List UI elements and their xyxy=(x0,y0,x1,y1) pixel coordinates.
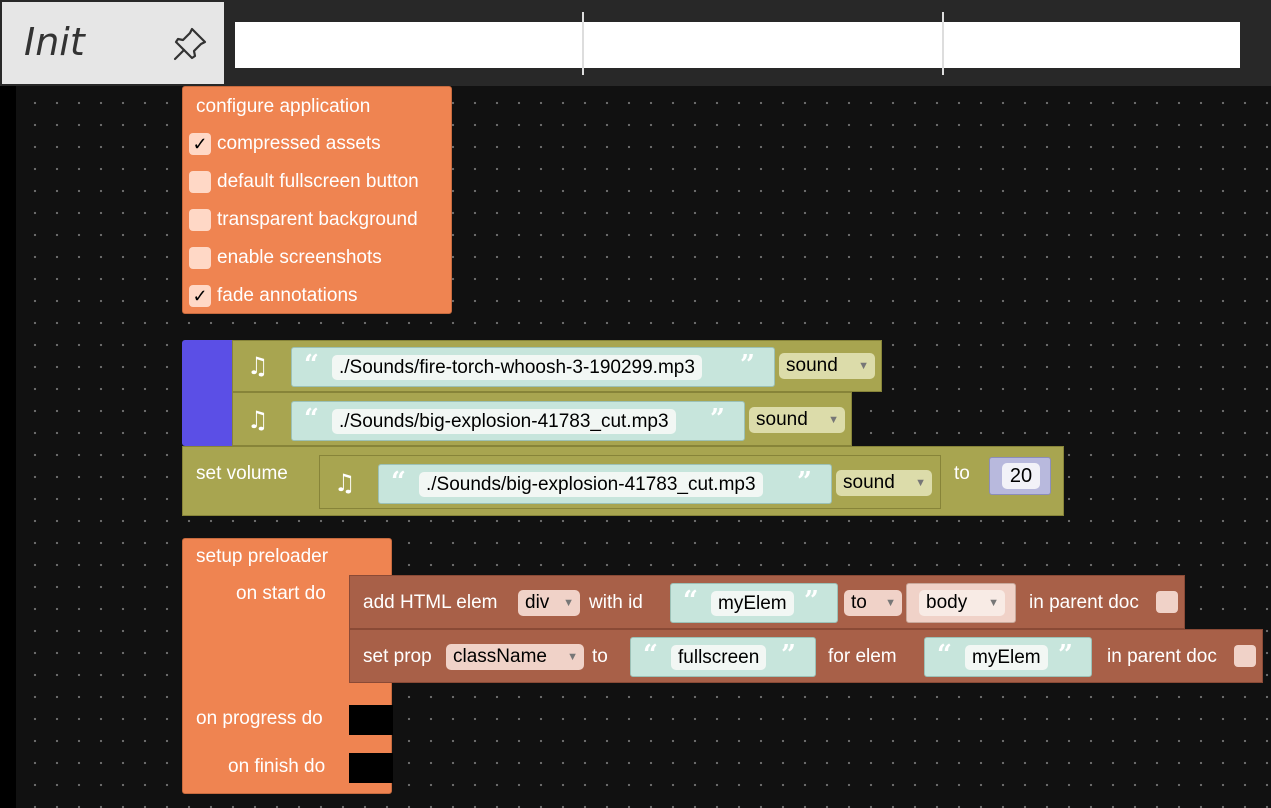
text-block[interactable]: “ fullscreen ” xyxy=(630,637,816,677)
set-volume-block[interactable]: set volume ♫ “ ./Sounds/big-explosion-41… xyxy=(182,446,1064,516)
tab-title: Init xyxy=(24,20,85,64)
quote-open-icon: “ xyxy=(304,350,319,380)
sound-type-dropdown[interactable]: sound ▼ xyxy=(749,407,845,433)
quote-open-icon: “ xyxy=(643,640,658,670)
dropdown-value: sound xyxy=(843,472,895,493)
add-html-label: add HTML elem xyxy=(363,592,498,613)
sound-block[interactable]: ♫ “ ./Sounds/big-explosion-41783_cut.mp3… xyxy=(319,455,941,509)
music-note-icon: ♫ xyxy=(334,469,356,497)
sound-path[interactable]: ./Sounds/big-explosion-41783_cut.mp3 xyxy=(419,472,763,497)
number-block[interactable]: 20 xyxy=(989,457,1051,495)
checkbox[interactable] xyxy=(189,171,211,193)
set-prop-label: set prop xyxy=(363,646,432,667)
sound-path[interactable]: ./Sounds/fire-torch-whoosh-3-190299.mp3 xyxy=(332,355,702,380)
option-label: default fullscreen button xyxy=(217,171,419,192)
volume-value[interactable]: 20 xyxy=(1002,463,1040,489)
text-block[interactable]: “ ./Sounds/big-explosion-41783_cut.mp3 ” xyxy=(291,401,745,441)
in-parent-doc-label: in parent doc xyxy=(1029,592,1139,613)
quote-close-icon: ” xyxy=(804,586,819,616)
checkbox[interactable] xyxy=(189,209,211,231)
dropdown-value: div xyxy=(525,592,550,613)
parent-block[interactable]: body ▼ xyxy=(906,583,1016,623)
configure-application-block[interactable]: configure application ✓ compressed asset… xyxy=(182,86,452,314)
in-parent-doc-label: in parent doc xyxy=(1107,646,1217,667)
block-title: configure application xyxy=(196,96,371,117)
dropdown-arrow-icon: ▼ xyxy=(567,651,578,663)
elem-type-dropdown[interactable]: div ▼ xyxy=(518,590,580,616)
parent-dropdown[interactable]: body ▼ xyxy=(919,590,1005,616)
dropdown-arrow-icon: ▼ xyxy=(828,414,839,426)
dropdown-arrow-icon: ▼ xyxy=(858,360,869,372)
dropdown-value: className xyxy=(453,646,547,667)
dropdown-value: body xyxy=(926,592,968,613)
quote-open-icon: “ xyxy=(304,404,319,434)
to-label: to xyxy=(954,463,970,484)
dropdown-arrow-icon: ▼ xyxy=(915,477,926,489)
prop-dropdown[interactable]: className ▼ xyxy=(446,644,584,670)
checkbox[interactable] xyxy=(189,247,211,269)
dropdown-value: sound xyxy=(786,355,838,376)
elem-id[interactable]: myElem xyxy=(965,645,1048,670)
quote-close-icon: ” xyxy=(781,640,796,670)
statement-slot xyxy=(349,705,393,735)
sound-path[interactable]: ./Sounds/big-explosion-41783_cut.mp3 xyxy=(332,409,676,434)
on-start-label: on start do xyxy=(236,583,326,604)
option-label: enable screenshots xyxy=(217,247,382,268)
in-parent-checkbox[interactable] xyxy=(1234,645,1256,667)
purple-connector-block[interactable] xyxy=(182,340,232,446)
dropdown-arrow-icon: ▼ xyxy=(988,597,999,609)
add-html-elem-block[interactable]: add HTML elem div ▼ with id “ myElem ” to… xyxy=(349,575,1185,629)
sound-block[interactable]: ♫ “ ./Sounds/fire-torch-whoosh-3-190299.… xyxy=(232,340,882,392)
checkbox[interactable]: ✓ xyxy=(189,133,211,155)
tab-bar: Init xyxy=(0,0,1271,86)
statement-slot xyxy=(349,753,393,783)
dropdown-value: to xyxy=(851,592,867,613)
to-label: to xyxy=(592,646,608,667)
in-parent-checkbox[interactable] xyxy=(1156,591,1178,613)
sound-type-dropdown[interactable]: sound ▼ xyxy=(779,353,875,379)
sound-type-dropdown[interactable]: sound ▼ xyxy=(836,470,932,496)
with-id-label: with id xyxy=(589,592,643,613)
quote-open-icon: “ xyxy=(391,467,406,497)
option-label: transparent background xyxy=(217,209,418,230)
for-elem-label: for elem xyxy=(828,646,897,667)
dropdown-value: sound xyxy=(756,409,808,430)
checkbox[interactable]: ✓ xyxy=(189,285,211,307)
quote-close-icon: ” xyxy=(710,404,725,434)
quote-open-icon: “ xyxy=(937,640,952,670)
tab-divider xyxy=(942,12,944,75)
quote-open-icon: “ xyxy=(683,586,698,616)
to-dropdown[interactable]: to ▼ xyxy=(844,590,902,616)
pin-icon[interactable] xyxy=(170,24,210,64)
elem-id[interactable]: myElem xyxy=(711,591,794,616)
text-block[interactable]: “ ./Sounds/fire-torch-whoosh-3-190299.mp… xyxy=(291,347,775,387)
block-title: setup preloader xyxy=(196,546,329,567)
text-block[interactable]: “ ./Sounds/big-explosion-41783_cut.mp3 ” xyxy=(378,464,832,504)
tab-divider xyxy=(582,12,584,75)
dropdown-arrow-icon: ▼ xyxy=(885,597,896,609)
on-progress-label: on progress do xyxy=(196,708,323,729)
option-label: compressed assets xyxy=(217,133,381,154)
quote-close-icon: ” xyxy=(1058,640,1073,670)
prop-value[interactable]: fullscreen xyxy=(671,645,767,670)
quote-close-icon: ” xyxy=(740,350,755,380)
text-block[interactable]: “ myElem ” xyxy=(670,583,838,623)
set-volume-label: set volume xyxy=(196,463,288,484)
quote-close-icon: ” xyxy=(797,467,812,497)
tab-init[interactable]: Init xyxy=(2,2,224,84)
text-block[interactable]: “ myElem ” xyxy=(924,637,1092,677)
music-note-icon: ♫ xyxy=(247,406,269,434)
music-note-icon: ♫ xyxy=(247,352,269,380)
tab-name-field[interactable] xyxy=(235,22,1240,68)
dropdown-arrow-icon: ▼ xyxy=(563,597,574,609)
set-prop-block[interactable]: set prop className ▼ to “ fullscreen ” fo… xyxy=(349,629,1263,683)
sound-block[interactable]: ♫ “ ./Sounds/big-explosion-41783_cut.mp3… xyxy=(232,392,852,446)
option-label: fade annotations xyxy=(217,285,358,306)
on-finish-label: on finish do xyxy=(228,756,326,777)
